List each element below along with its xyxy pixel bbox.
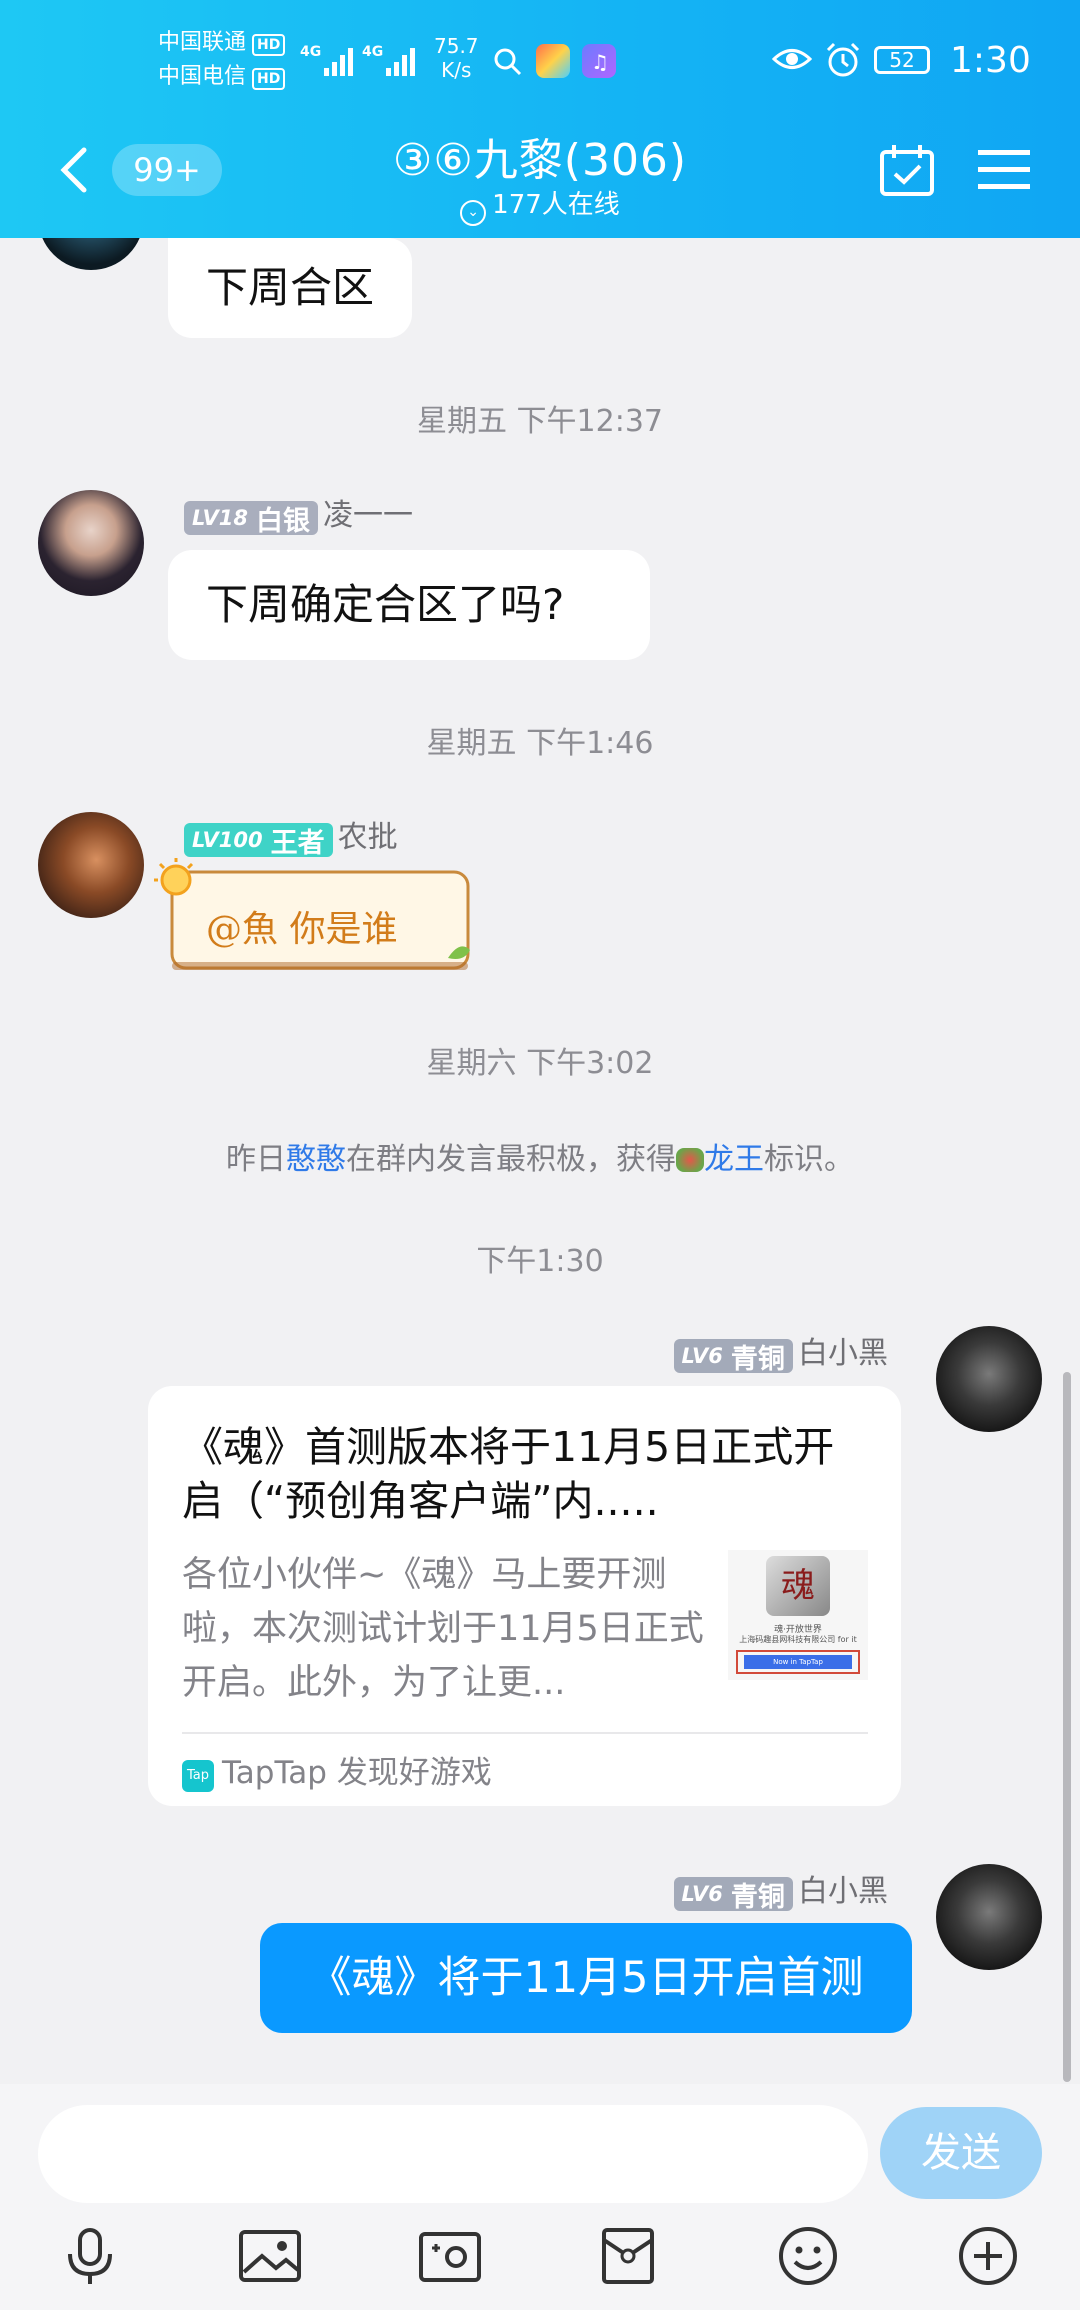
user-link[interactable]: 憨憨 (286, 1142, 346, 1177)
my-message-bubble[interactable]: 《魂》将于11月5日开启首测 (260, 1923, 912, 2033)
card-description: 各位小伙伴~《魂》马上要开测啦，本次测试计划于11月5日正式开启。此外，为了让更… (182, 1555, 704, 1703)
level-badge: LV6 青铜 (673, 1339, 793, 1375)
system-notice: 昨日憨憨在群内发言最积极，获得 龙王标识。 (226, 1142, 854, 1177)
emoji-icon[interactable] (778, 2226, 838, 2286)
sender-name: 白小黑 (798, 1336, 888, 1371)
card-thumbnail: 魂 魂·开放世界 上海码趣县网科技有限公司 for it Now in TapT… (728, 1550, 868, 1680)
custom-bubble[interactable]: @魚 你是谁 (148, 858, 478, 986)
timestamp: 星期六 下午3:02 (426, 1046, 654, 1081)
mic-icon[interactable] (60, 2226, 120, 2286)
timestamp: 星期五 下午12:37 (417, 404, 663, 439)
carrier-2: 中国电信 HD (158, 62, 286, 92)
message-bubble[interactable]: 下周确定合区了吗? (168, 550, 650, 660)
red-packet-icon[interactable] (600, 2226, 660, 2286)
music-app-icon: ♫ (582, 44, 616, 78)
battery-icon: 52 (874, 46, 930, 74)
eye-icon (771, 44, 813, 78)
carrier-1: 中国联通 HD (158, 28, 286, 58)
timestamp: 星期五 下午1:46 (426, 726, 654, 761)
level-badge: LV6 青铜 (673, 1877, 793, 1913)
camera-icon[interactable] (418, 2226, 481, 2286)
card-title: 《魂》首测版本将于11月5日正式开启（“预创角客户端”内..... (182, 1423, 835, 1525)
svg-text:♫: ♫ (591, 50, 609, 74)
avatar[interactable] (936, 1326, 1042, 1432)
status-time: 1:30 (950, 40, 1031, 81)
timestamp: 下午1:30 (476, 1244, 604, 1279)
level-badge: LV18 白银 (184, 501, 318, 537)
sender-name: 白小黑 (798, 1874, 888, 1909)
sender-name: 农批 (337, 820, 398, 855)
plus-icon[interactable] (958, 2226, 1018, 2286)
divider (182, 1732, 868, 1734)
chevron-down-circle-icon: ⌄ (460, 200, 487, 226)
card-source[interactable]: Tap TapTap 发现好游戏 (182, 1746, 492, 1800)
dragon-icon (676, 1148, 704, 1172)
taptap-logo-icon: Tap (182, 1760, 214, 1792)
sender-info: LV6 青铜 白小黑 (673, 1328, 888, 1375)
search-icon (492, 46, 524, 82)
message-input[interactable] (38, 2105, 868, 2203)
avatar[interactable] (38, 812, 144, 918)
chat-header: 中国联通 HD 中国电信 HD 4G 4G 75.7 K/s ♫ 52 1:30 99… (0, 0, 1080, 238)
app-notification-icon (536, 44, 570, 78)
image-icon[interactable] (238, 2226, 301, 2286)
calendar-check-icon[interactable] (878, 142, 936, 202)
sender-info: LV6 青铜 白小黑 (673, 1866, 888, 1913)
sender-info: LV100 王者 农批 (184, 812, 398, 859)
message-bubble[interactable]: 下周合区 (168, 238, 413, 338)
message-text: @魚 你是谁 (206, 909, 398, 950)
scrollbar[interactable] (1063, 1372, 1071, 2082)
level-badge: LV100 王者 (184, 823, 333, 859)
svg-text:4G: 4G (362, 44, 383, 60)
sender-name: 凌一一 (323, 498, 414, 533)
avatar[interactable] (936, 1864, 1042, 1970)
link-card[interactable]: 《魂》首测版本将于11月5日正式开启（“预创角客户端”内..... 各位小伙伴~… (148, 1386, 901, 1806)
net-speed: 75.7 K/s (434, 34, 479, 82)
avatar[interactable] (38, 490, 144, 596)
menu-icon[interactable] (978, 148, 1030, 196)
sender-info: LV18 白银 凌一一 (184, 490, 414, 537)
signal-icon: 4G 4G (300, 40, 430, 84)
svg-text:4G: 4G (300, 44, 321, 60)
alarm-icon (824, 42, 862, 82)
send-button[interactable]: 发送 (880, 2107, 1042, 2199)
